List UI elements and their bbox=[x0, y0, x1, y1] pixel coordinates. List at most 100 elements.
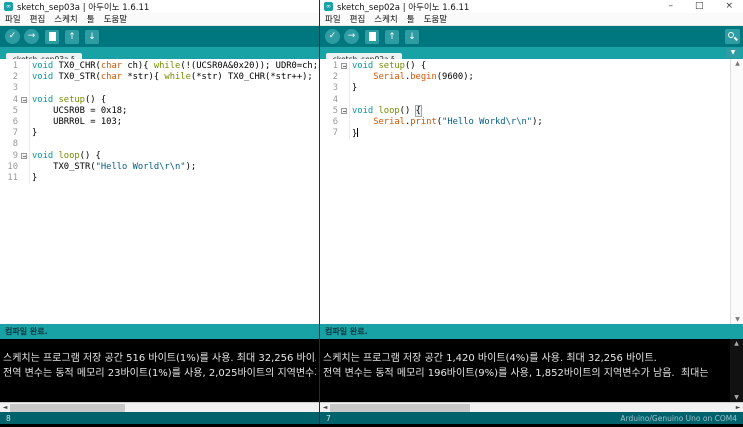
console-v-scrollbar[interactable]: ▲ ▼ bbox=[730, 339, 743, 402]
verify-button[interactable]: ✓ bbox=[325, 29, 340, 44]
menu-item[interactable]: 편집 bbox=[350, 13, 366, 25]
editor-v-scrollbar[interactable]: ▲ ▼ bbox=[730, 59, 743, 324]
code-line[interactable]: 1 void setup() { bbox=[320, 61, 730, 73]
tab-bar: sketch_sep02a § ▼ bbox=[320, 47, 743, 65]
line-number: 11 bbox=[7, 172, 18, 183]
line-number: 7 bbox=[332, 128, 338, 139]
code-line[interactable]: 7} bbox=[0, 128, 319, 140]
line-number: 8 bbox=[12, 139, 18, 150]
fold-marker-icon[interactable] bbox=[341, 63, 347, 70]
open-button[interactable]: ↑ bbox=[65, 29, 79, 44]
fold-marker-icon[interactable] bbox=[21, 96, 27, 103]
fold-marker-icon[interactable] bbox=[21, 152, 27, 159]
save-button[interactable]: ↓ bbox=[85, 29, 99, 44]
code-line[interactable]: 5 UCSR0B = 0x18; bbox=[0, 105, 319, 117]
code-line[interactable]: 10 TX0_STR("Hello World\r\n"); bbox=[0, 161, 319, 173]
fold-column[interactable] bbox=[340, 106, 349, 117]
code-line[interactable]: 9 void loop() { bbox=[0, 150, 319, 162]
arduino-app-icon: ∞ bbox=[4, 2, 13, 11]
window-title: sketch_sep02a | 아두이노 1.6.11 bbox=[337, 2, 470, 13]
minimize-button[interactable]: – bbox=[668, 0, 673, 13]
fold-column bbox=[340, 128, 349, 139]
code-text: void setup() { bbox=[29, 94, 106, 106]
tab-bar: sketch_sep03a § bbox=[0, 47, 319, 65]
arduino-window-right: ∞ sketch_sep02a | 아두이노 1.6.11 – □ × 파일 편집… bbox=[319, 0, 743, 424]
menu-item[interactable]: 스케치 bbox=[374, 13, 397, 25]
code-line[interactable]: 11} bbox=[0, 172, 319, 185]
code-line[interactable]: 3} bbox=[320, 83, 730, 95]
code-editor[interactable]: 1 void setup() {2 Serial.begin(9600); 3} 4 5… bbox=[320, 59, 743, 324]
scroll-up-icon[interactable]: ▲ bbox=[730, 340, 743, 347]
code-text: } bbox=[29, 128, 37, 140]
fold-column[interactable] bbox=[340, 61, 349, 72]
code-line[interactable]: 6 UBRR0L = 103; bbox=[0, 116, 319, 129]
scroll-left-icon[interactable]: ◄ bbox=[320, 403, 330, 413]
fold-column bbox=[20, 106, 29, 117]
menu-item[interactable]: 툴 bbox=[87, 13, 95, 25]
console-h-scrollbar[interactable]: ◄ bbox=[0, 402, 319, 412]
code-text: void setup() { bbox=[349, 61, 426, 73]
menu-item[interactable]: 파일 bbox=[5, 13, 21, 25]
save-button[interactable]: ↓ bbox=[405, 29, 419, 44]
code-line[interactable]: 2 Serial.begin(9600); bbox=[320, 72, 730, 84]
fold-column bbox=[340, 83, 349, 94]
console-h-scrollbar[interactable]: ◄ ► bbox=[320, 402, 743, 412]
line-number: 2 bbox=[12, 72, 18, 83]
scroll-down-icon[interactable]: ▼ bbox=[731, 316, 743, 323]
code-area[interactable]: 1 void setup() {2 Serial.begin(9600); 3} 4 5… bbox=[320, 59, 730, 324]
code-line[interactable]: 2 void TX0_STR(char *str){ while(*str) TX… bbox=[0, 72, 319, 84]
scroll-left-icon[interactable]: ◄ bbox=[0, 403, 10, 413]
status-bar: 7 Arduino/Genuino Uno on COM4 bbox=[320, 412, 743, 424]
code-line[interactable]: 4 bbox=[320, 94, 730, 106]
code-area[interactable]: 1 void TX0_CHR(char ch){ while(!(UCSR0A&0… bbox=[0, 59, 319, 324]
code-text: Serial.print("Hello Workd\r\n"); bbox=[349, 116, 543, 129]
fold-marker-icon[interactable] bbox=[341, 107, 347, 114]
code-line[interactable]: 4 void setup() { bbox=[0, 94, 319, 106]
verify-button[interactable]: ✓ bbox=[5, 29, 20, 44]
open-button[interactable]: ↑ bbox=[385, 29, 399, 44]
code-text: Serial.begin(9600); bbox=[349, 72, 474, 84]
console-line: 전역 변수는 동적 메모리 23바이트(1%)를 사용, 2,025바이트의 지… bbox=[3, 367, 316, 379]
code-line[interactable]: 6 Serial.print("Hello Workd\r\n"); bbox=[320, 116, 730, 129]
new-sketch-button[interactable] bbox=[365, 29, 379, 44]
line-number: 9 bbox=[12, 150, 18, 161]
fold-column[interactable] bbox=[20, 95, 29, 106]
maximize-button[interactable]: □ bbox=[695, 0, 704, 13]
code-text: } bbox=[349, 128, 359, 140]
board-port-label: Arduino/Genuino Uno on COM4 bbox=[620, 413, 737, 423]
code-line[interactable]: 7} bbox=[320, 128, 730, 140]
scrollbar-thumb[interactable] bbox=[330, 404, 470, 412]
scroll-up-icon[interactable]: ▲ bbox=[731, 60, 743, 67]
menu-item[interactable]: 편집 bbox=[30, 13, 46, 25]
code-text: void TX0_STR(char *str){ while(*str) TX0… bbox=[29, 72, 319, 84]
new-sketch-button[interactable] bbox=[45, 29, 59, 44]
line-number: 10 bbox=[7, 161, 18, 172]
menu-item[interactable]: 스케치 bbox=[54, 13, 77, 25]
menu-item[interactable]: 파일 bbox=[325, 13, 341, 25]
code-editor[interactable]: 1 void TX0_CHR(char ch){ while(!(UCSR0A&0… bbox=[0, 59, 319, 324]
menu-item[interactable]: 툴 bbox=[407, 13, 415, 25]
serial-monitor-button[interactable] bbox=[725, 29, 740, 44]
scroll-right-icon[interactable]: ► bbox=[733, 403, 743, 413]
code-line[interactable]: 5 void loop() { bbox=[320, 104, 730, 117]
menu-item[interactable]: 도움말 bbox=[424, 13, 447, 25]
code-line[interactable]: 3 bbox=[0, 83, 319, 95]
menu-item[interactable]: 도움말 bbox=[104, 13, 127, 25]
code-line[interactable]: 1 void TX0_CHR(char ch){ while(!(UCSR0A&0… bbox=[0, 61, 319, 73]
line-number: 3 bbox=[12, 83, 18, 94]
scroll-down-icon[interactable]: ▼ bbox=[730, 394, 743, 401]
titlebar[interactable]: ∞ sketch_sep02a | 아두이노 1.6.11 – □ × bbox=[320, 0, 743, 13]
new-document-icon bbox=[368, 31, 376, 41]
new-document-icon bbox=[48, 31, 56, 41]
tab-menu-dropdown[interactable]: ▼ bbox=[726, 48, 740, 58]
line-number: 1 bbox=[12, 61, 18, 71]
upload-button[interactable]: → bbox=[24, 29, 39, 44]
close-button[interactable]: × bbox=[725, 0, 733, 13]
scrollbar-thumb[interactable] bbox=[10, 404, 125, 412]
code-text: } bbox=[349, 83, 357, 95]
code-line[interactable]: 8 bbox=[0, 139, 319, 151]
titlebar[interactable]: ∞ sketch_sep03a | 아두이노 1.6.11 bbox=[0, 0, 319, 13]
upload-button[interactable]: → bbox=[344, 29, 359, 44]
fold-column[interactable] bbox=[20, 151, 29, 162]
code-text: TX0_STR("Hello World\r\n"); bbox=[29, 161, 196, 173]
